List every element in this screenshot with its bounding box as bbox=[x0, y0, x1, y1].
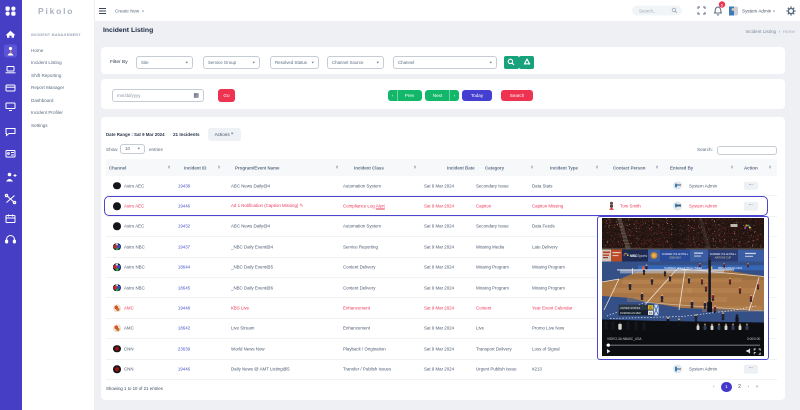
svg-text:SUMMER VOLLEYBALL: SUMMER VOLLEYBALL bbox=[662, 252, 689, 255]
svg-text:DOMINICAN REP.: DOMINICAN REP. bbox=[620, 311, 642, 315]
svg-text:▾: ▾ bbox=[773, 8, 775, 13]
svg-text:#BELAARENA 2024: #BELAARENA 2024 bbox=[718, 266, 743, 270]
svg-text:Create New: Create New bbox=[115, 9, 140, 14]
svg-text:▾: ▾ bbox=[142, 9, 144, 14]
svg-text:0:00/0:00: 0:00/0:00 bbox=[747, 336, 761, 340]
svg-text:Search...: Search... bbox=[639, 8, 657, 13]
svg-text:2008-2024: 2008-2024 bbox=[669, 256, 681, 259]
svg-text:NATIONS CUP: NATIONS CUP bbox=[715, 256, 732, 259]
svg-text:System Admin: System Admin bbox=[742, 9, 772, 14]
svg-text:VIDEO-3A NBA5C_USA: VIDEO-3A NBA5C_USA bbox=[607, 336, 642, 340]
svg-text:UNITED STATES: UNITED STATES bbox=[620, 305, 640, 309]
svg-text:SUMMER VOLLEYBALL: SUMMER VOLLEYBALL bbox=[710, 252, 737, 255]
svg-text:NBCSports: NBCSports bbox=[630, 254, 647, 258]
